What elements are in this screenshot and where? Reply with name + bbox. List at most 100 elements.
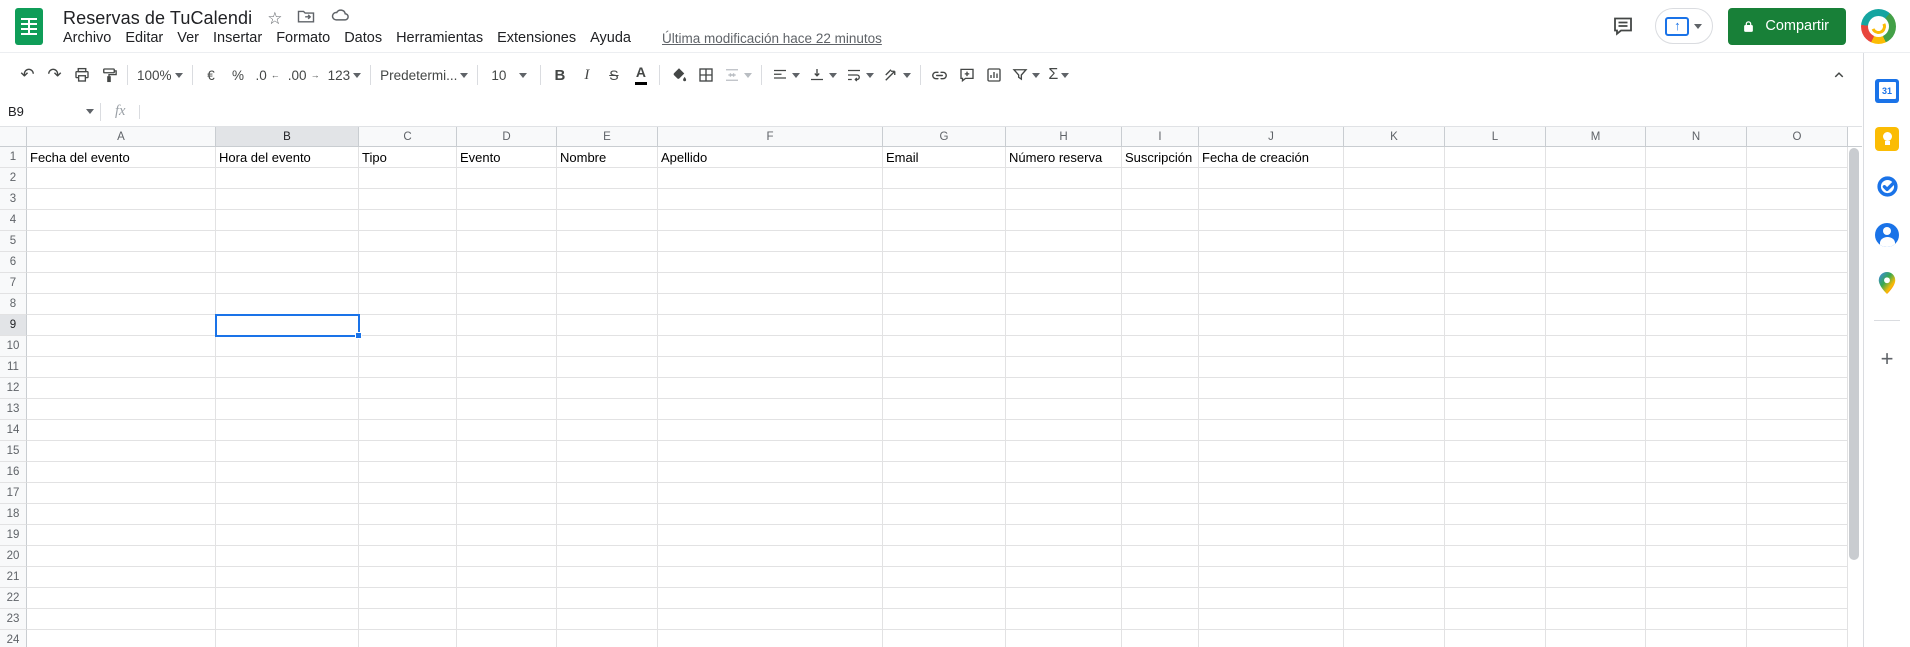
cell-D20[interactable] (457, 546, 557, 567)
cell-O2[interactable] (1747, 168, 1848, 189)
cell-E1[interactable]: Nombre (557, 147, 658, 168)
fill-color-button[interactable] (665, 60, 692, 90)
cell-K4[interactable] (1344, 210, 1445, 231)
cell-M16[interactable] (1546, 462, 1646, 483)
cell-I4[interactable] (1122, 210, 1199, 231)
cell-E6[interactable] (557, 252, 658, 273)
cell-K7[interactable] (1344, 273, 1445, 294)
cell-J14[interactable] (1199, 420, 1344, 441)
cell-K23[interactable] (1344, 609, 1445, 630)
cell-E18[interactable] (557, 504, 658, 525)
cell-A5[interactable] (27, 231, 216, 252)
cell-F2[interactable] (658, 168, 883, 189)
name-box[interactable]: B9 (0, 97, 100, 126)
cell-I18[interactable] (1122, 504, 1199, 525)
cell-I21[interactable] (1122, 567, 1199, 588)
cell-N12[interactable] (1646, 378, 1747, 399)
sheets-logo-icon[interactable] (15, 8, 43, 45)
cell-K8[interactable] (1344, 294, 1445, 315)
cell-E2[interactable] (557, 168, 658, 189)
cell-H7[interactable] (1006, 273, 1122, 294)
cell-J20[interactable] (1199, 546, 1344, 567)
cell-F23[interactable] (658, 609, 883, 630)
cell-L9[interactable] (1445, 315, 1546, 336)
cell-N24[interactable] (1646, 630, 1747, 647)
cell-O12[interactable] (1747, 378, 1848, 399)
cell-F1[interactable]: Apellido (658, 147, 883, 168)
cell-G21[interactable] (883, 567, 1006, 588)
cell-C2[interactable] (359, 168, 457, 189)
cell-D7[interactable] (457, 273, 557, 294)
cell-D22[interactable] (457, 588, 557, 609)
cell-L11[interactable] (1445, 357, 1546, 378)
cell-H16[interactable] (1006, 462, 1122, 483)
cell-B11[interactable] (216, 357, 359, 378)
cell-H8[interactable] (1006, 294, 1122, 315)
cell-C21[interactable] (359, 567, 457, 588)
cell-K1[interactable] (1344, 147, 1445, 168)
cell-H13[interactable] (1006, 399, 1122, 420)
text-wrap-button[interactable] (841, 60, 878, 90)
cell-M4[interactable] (1546, 210, 1646, 231)
cell-K15[interactable] (1344, 441, 1445, 462)
cell-I8[interactable] (1122, 294, 1199, 315)
cell-L3[interactable] (1445, 189, 1546, 210)
cell-I1[interactable]: Suscripción (1122, 147, 1199, 168)
currency-format-button[interactable]: € (198, 60, 225, 90)
column-header-G[interactable]: G (883, 127, 1006, 147)
cell-D1[interactable]: Evento (457, 147, 557, 168)
cell-I16[interactable] (1122, 462, 1199, 483)
cell-B10[interactable] (216, 336, 359, 357)
cell-J5[interactable] (1199, 231, 1344, 252)
cell-F9[interactable] (658, 315, 883, 336)
cell-H17[interactable] (1006, 483, 1122, 504)
cell-D4[interactable] (457, 210, 557, 231)
cell-M23[interactable] (1546, 609, 1646, 630)
cell-H22[interactable] (1006, 588, 1122, 609)
cell-J23[interactable] (1199, 609, 1344, 630)
cell-B2[interactable] (216, 168, 359, 189)
cell-O13[interactable] (1747, 399, 1848, 420)
cell-K22[interactable] (1344, 588, 1445, 609)
cell-F5[interactable] (658, 231, 883, 252)
cell-L13[interactable] (1445, 399, 1546, 420)
cell-K21[interactable] (1344, 567, 1445, 588)
cell-L10[interactable] (1445, 336, 1546, 357)
cell-L8[interactable] (1445, 294, 1546, 315)
cell-E23[interactable] (557, 609, 658, 630)
column-header-E[interactable]: E (557, 127, 658, 147)
cell-G2[interactable] (883, 168, 1006, 189)
cell-J9[interactable] (1199, 315, 1344, 336)
cell-O19[interactable] (1747, 525, 1848, 546)
insert-comment-button[interactable] (953, 60, 980, 90)
column-header-H[interactable]: H (1006, 127, 1122, 147)
cell-E3[interactable] (557, 189, 658, 210)
cell-E22[interactable] (557, 588, 658, 609)
cell-N4[interactable] (1646, 210, 1747, 231)
cell-E19[interactable] (557, 525, 658, 546)
cell-M19[interactable] (1546, 525, 1646, 546)
cell-L23[interactable] (1445, 609, 1546, 630)
cell-H6[interactable] (1006, 252, 1122, 273)
cell-N8[interactable] (1646, 294, 1747, 315)
cell-K16[interactable] (1344, 462, 1445, 483)
cell-J2[interactable] (1199, 168, 1344, 189)
row-header-22[interactable]: 22 (0, 588, 27, 609)
cell-L15[interactable] (1445, 441, 1546, 462)
select-all-corner[interactable] (0, 127, 27, 147)
number-format-button[interactable]: 123 (324, 60, 366, 90)
increase-decimals-button[interactable]: .00 → (284, 60, 324, 90)
hide-menus-button[interactable] (1825, 60, 1852, 90)
cell-A19[interactable] (27, 525, 216, 546)
cell-I12[interactable] (1122, 378, 1199, 399)
cell-G15[interactable] (883, 441, 1006, 462)
cell-A11[interactable] (27, 357, 216, 378)
cell-K9[interactable] (1344, 315, 1445, 336)
redo-button[interactable]: ↷ (41, 60, 68, 90)
cell-G11[interactable] (883, 357, 1006, 378)
cell-N6[interactable] (1646, 252, 1747, 273)
cell-O1[interactable] (1747, 147, 1848, 168)
cell-K13[interactable] (1344, 399, 1445, 420)
cell-C14[interactable] (359, 420, 457, 441)
cell-I22[interactable] (1122, 588, 1199, 609)
